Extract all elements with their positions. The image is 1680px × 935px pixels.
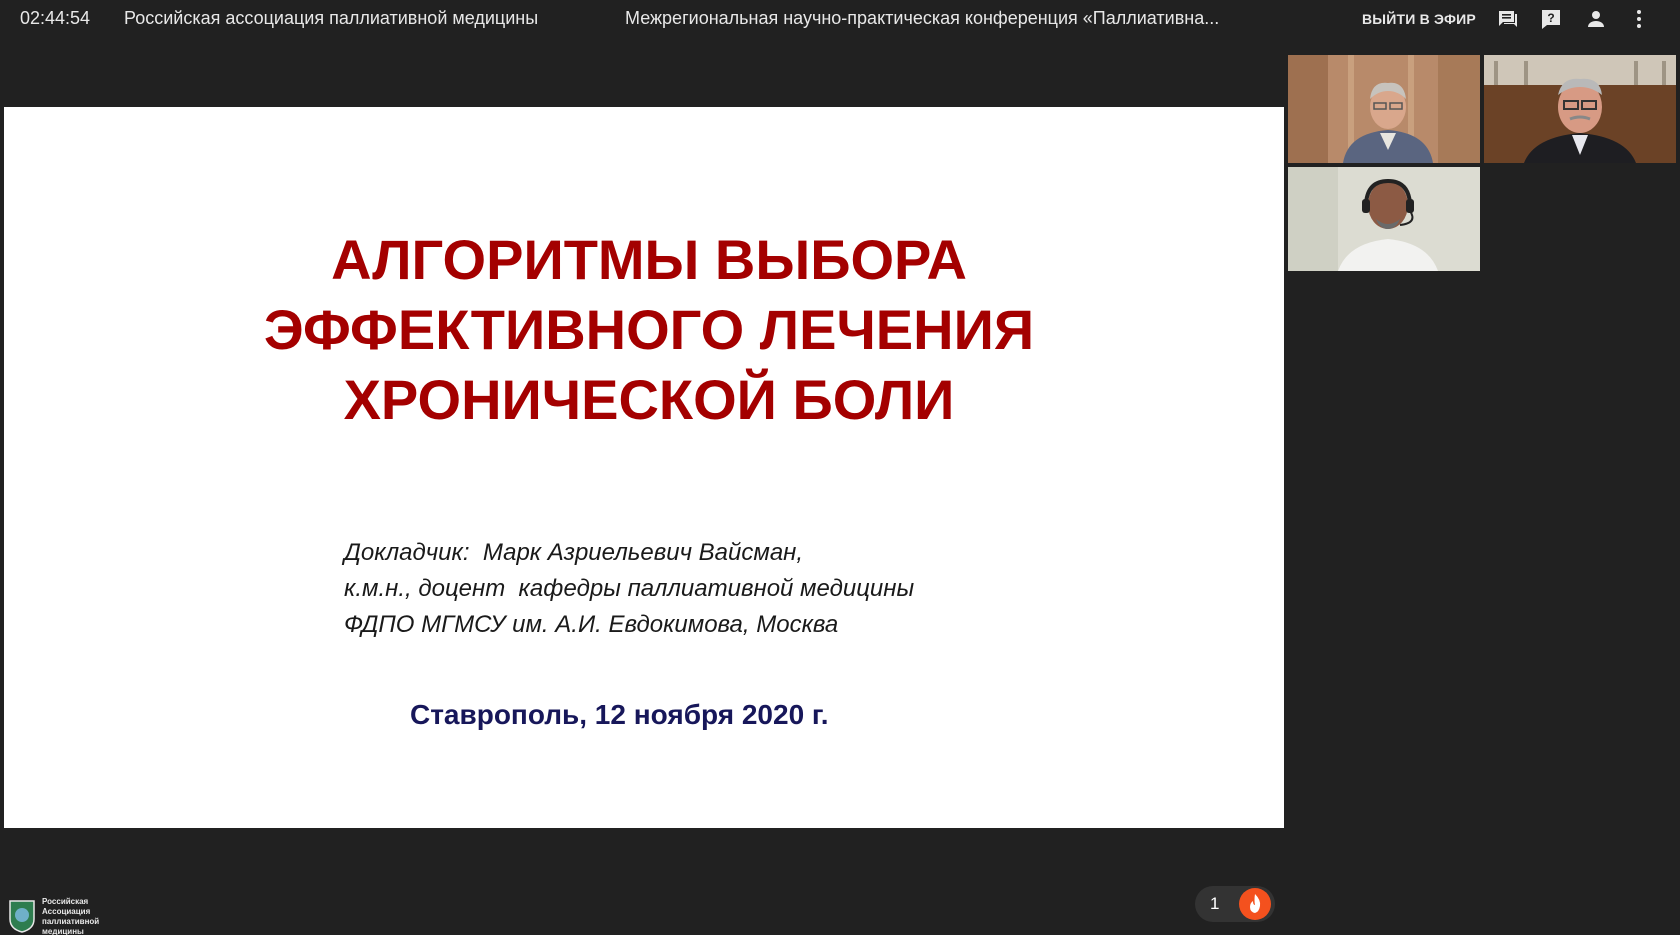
organization-logo: Российская Ассоциация паллиативной медиц… (8, 897, 108, 935)
leave-broadcast-button[interactable]: ВЫЙТИ В ЭФИР (1362, 11, 1476, 27)
clock: 02:44:54 (20, 8, 91, 28)
place-date: Ставрополь, 12 ноября 2020 г. (410, 699, 829, 730)
svg-text:?: ? (1547, 11, 1554, 25)
fire-icon[interactable] (1239, 888, 1271, 920)
participant-video-1[interactable] (1288, 55, 1480, 163)
chat-icon[interactable] (1496, 7, 1520, 31)
logo-text: Российская Ассоциация паллиативной медиц… (42, 897, 100, 935)
reaction-count: 1 (1210, 894, 1220, 913)
speaker-line-3: ФДПО МГМСУ им. А.И. Евдокимова, Москва (344, 611, 839, 638)
reaction-counter[interactable]: 1 (1195, 886, 1275, 922)
speaker-line-1: Докладчик: Марк Азриельевич Вайсман, (344, 539, 804, 566)
speaker-info: Докладчик: Марк Азриельевич Вайсман, к.м… (344, 535, 914, 643)
question-icon[interactable]: ? (1539, 7, 1563, 31)
presentation-slide: АЛГОРИТМЫ ВЫБОРА ЭФФЕКТИВНОГО ЛЕЧЕНИЯ ХР… (4, 107, 1284, 828)
speaker-line-2: к.м.н., доцент кафедры паллиативной меди… (344, 575, 915, 602)
person-icon[interactable] (1584, 7, 1608, 31)
top-bar: 02:44:54 Российская ассоциация паллиатив… (0, 0, 1680, 38)
participant-video-2[interactable] (1484, 55, 1676, 163)
slide-title: АЛГОРИТМЫ ВЫБОРА ЭФФЕКТИВНОГО ЛЕЧЕНИЯ ХР… (4, 225, 1294, 435)
slide-title-line-2: ЭФФЕКТИВНОГО ЛЕЧЕНИЯ (263, 298, 1035, 361)
more-vert-icon[interactable] (1627, 7, 1651, 31)
conference-title: Межрегиональная научно-практическая конф… (625, 8, 1220, 28)
slide-title-line-1: АЛГОРИТМЫ ВЫБОРА (331, 228, 967, 291)
participant-video-3[interactable] (1288, 167, 1480, 271)
organization-name: Российская ассоциация паллиативной медиц… (124, 8, 539, 28)
slide-title-line-3: ХРОНИЧЕСКОЙ БОЛИ (343, 368, 955, 431)
